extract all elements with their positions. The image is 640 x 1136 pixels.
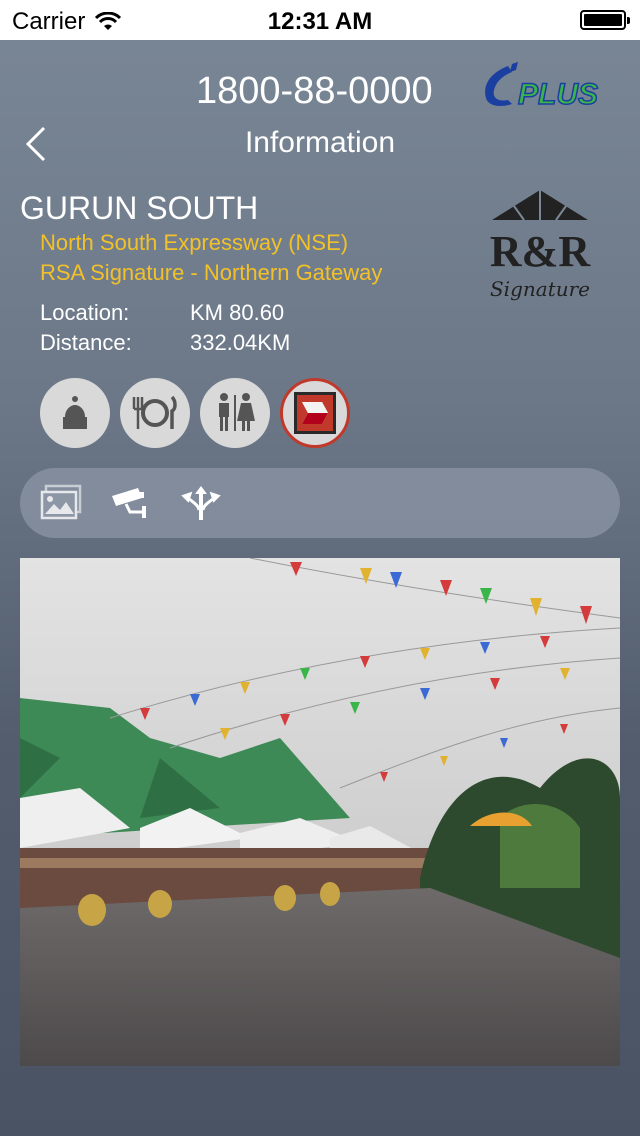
hotline-number[interactable]: 1800-88-0000 (196, 70, 433, 113)
petrol-station-amenity[interactable] (280, 378, 350, 448)
rr-logo-subtext: Signature (490, 277, 590, 301)
header: 1800-88-0000 PLUS Information (0, 40, 640, 170)
highway-name: North South Expressway (NSE) (40, 230, 349, 255)
plus-logo: PLUS (485, 62, 599, 112)
cctv-icon[interactable] (108, 484, 150, 522)
station-photo-image (20, 558, 620, 1066)
restaurant-icon (132, 395, 177, 429)
mosque-amenity[interactable] (40, 378, 110, 448)
location-label: Location: (40, 300, 130, 325)
status-bar: Carrier 12:31 AM (0, 0, 640, 40)
distance-label: Distance: (40, 330, 132, 355)
location-value: KM 80.60 (190, 300, 285, 325)
rr-logo-text: R&R (490, 227, 591, 276)
rr-signature-logo: R&R Signature (490, 190, 591, 301)
restroom-icon (219, 393, 255, 431)
media-toolbar (20, 468, 620, 538)
status-time: 12:31 AM (267, 8, 373, 35)
distance-value: 332.04KM (190, 330, 291, 355)
restaurant-amenity[interactable] (120, 378, 190, 448)
mosque-icon (63, 396, 87, 429)
station-name: GURUN SOUTH (20, 190, 259, 226)
battery-icon (580, 10, 630, 30)
restroom-amenity[interactable] (200, 378, 270, 448)
plus-logo-text: PLUS (518, 78, 598, 111)
page-title: Information (244, 126, 396, 159)
station-photo[interactable] (20, 558, 620, 1066)
operator-name: RSA Signature - Northern Gateway (40, 260, 383, 285)
petrol-station-icon (294, 392, 336, 434)
directions-icon[interactable] (180, 484, 222, 522)
gallery-icon[interactable] (40, 484, 82, 522)
